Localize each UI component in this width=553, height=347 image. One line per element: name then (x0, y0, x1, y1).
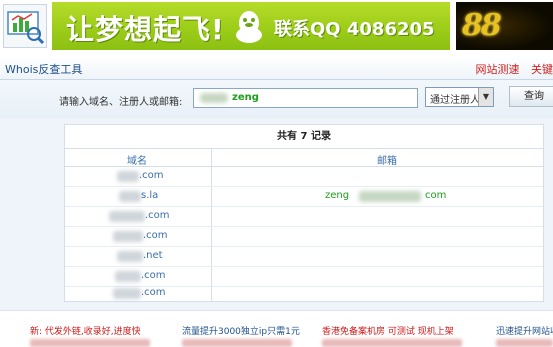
footer-ad-bar: 新: 代发外链,收录好,进度快 流量提升3000独立ip只需1元 香港免备案机房… (0, 310, 553, 346)
email-cell (212, 267, 542, 286)
page-title: Whois反查工具 (5, 61, 82, 77)
footer-ad-subline (322, 339, 462, 347)
qq-penguin-icon (232, 9, 266, 45)
search-type-select[interactable]: 通过注册人 ▼ (425, 87, 494, 107)
search-input-value: zeng (232, 92, 259, 103)
column-header-email: 邮箱 (377, 152, 397, 167)
gold-logo-ad[interactable]: 88 (456, 2, 553, 50)
redacted-domain (119, 191, 141, 202)
redacted-email (359, 191, 421, 202)
column-header-domain: 域名 (127, 152, 147, 167)
domain-link[interactable]: .com (141, 287, 166, 298)
footer-ad-subline (496, 339, 553, 347)
result-count: 共有 7 记录 (65, 125, 543, 149)
top-banner: 让梦想起飞! 联系QQ 4086205 88 (0, 0, 553, 52)
chevron-down-icon[interactable]: ▼ (478, 88, 493, 106)
email-suffix: com (425, 190, 446, 201)
footer-ad-backlinks[interactable]: 新: 代发外链,收录好,进度快 (30, 324, 141, 337)
domain-link[interactable]: .com (139, 170, 164, 181)
email-cell (212, 167, 542, 186)
email-cell: zeng com (212, 187, 542, 206)
nav-link-speed-test[interactable]: 网站测速 (476, 63, 520, 76)
result-table: 共有 7 记录 域名 邮箱 .com s.la zeng com (64, 124, 544, 302)
nav-link-keyword[interactable]: 关键 (531, 63, 553, 76)
search-type-selected: 通过注册人 (430, 91, 480, 106)
tool-nav-bar: Whois反查工具 网站测速 关键 (0, 57, 553, 80)
domain-cell[interactable]: .com (65, 167, 211, 186)
query-button[interactable]: 查询 (509, 86, 553, 107)
chart-magnifier-icon (4, 5, 46, 47)
redacted-domain (113, 288, 141, 299)
table-row: .com (65, 207, 543, 227)
site-logo[interactable] (3, 4, 47, 48)
footer-ad-seo[interactable]: 迅速提升网站收 (496, 324, 553, 337)
email-cell (212, 285, 542, 304)
domain-link[interactable]: s.la (141, 190, 158, 201)
redacted-prefix (200, 93, 228, 103)
ad-contact: 联系QQ 4086205 (274, 15, 435, 41)
table-header-row: 域名 邮箱 (65, 149, 543, 167)
email-cell (212, 207, 542, 226)
table-row: .com (65, 285, 543, 302)
footer-ad-subline (182, 339, 292, 347)
table-row: .net (65, 247, 543, 267)
table-row: .com (65, 167, 543, 187)
domain-cell[interactable]: .com (65, 285, 211, 304)
domain-link[interactable]: .net (143, 250, 163, 261)
domain-cell[interactable]: s.la (65, 187, 211, 206)
table-row: .com (65, 267, 543, 287)
qq-ad-banner[interactable]: 让梦想起飞! 联系QQ 4086205 (52, 2, 450, 50)
email-text: zeng (325, 190, 349, 201)
search-label: 请输入域名、注册人或邮箱: (59, 93, 182, 108)
domain-cell[interactable]: .com (65, 227, 211, 246)
redacted-domain (115, 271, 141, 282)
domain-link[interactable]: .com (145, 210, 170, 221)
footer-ad-subline (30, 339, 150, 347)
redacted-domain (117, 251, 143, 262)
domain-cell[interactable]: .com (65, 267, 211, 286)
redacted-domain (109, 211, 145, 222)
table-row: .com (65, 227, 543, 247)
footer-ad-traffic[interactable]: 流量提升3000独立ip只需1元 (182, 324, 300, 337)
gold-logo-mark: 88 (462, 8, 500, 43)
search-input[interactable]: zeng (193, 88, 418, 108)
redacted-domain (113, 231, 143, 242)
domain-link[interactable]: .com (143, 230, 168, 241)
email-cell (212, 247, 542, 266)
result-panel: 共有 7 记录 域名 邮箱 .com s.la zeng com (0, 118, 553, 310)
domain-cell[interactable]: .com (65, 207, 211, 226)
domain-cell[interactable]: .net (65, 247, 211, 266)
email-cell (212, 227, 542, 246)
domain-link[interactable]: .com (141, 270, 166, 281)
redacted-domain (117, 171, 139, 182)
table-row: s.la zeng com (65, 187, 543, 207)
footer-ad-hosting[interactable]: 香港免备案机房 可测试 现机上架 (322, 324, 454, 337)
ad-slogan: 让梦想起飞! (66, 8, 225, 48)
nav-links: 网站测速 关键 (468, 61, 553, 77)
